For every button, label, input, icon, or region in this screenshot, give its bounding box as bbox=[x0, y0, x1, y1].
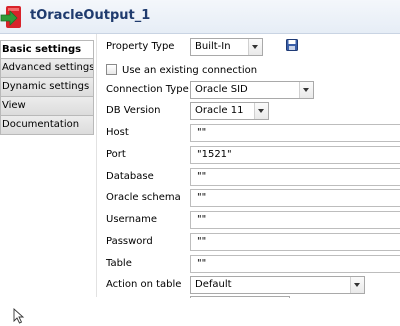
port-value: "1521" bbox=[197, 149, 232, 160]
existing-connection-row: Use an existing connection bbox=[106, 62, 306, 80]
chevron-down-icon bbox=[254, 103, 268, 119]
connection-type-select[interactable]: Oracle SID bbox=[190, 81, 314, 99]
existing-connection-label: Use an existing connection bbox=[122, 65, 258, 76]
database-row: Database "" bbox=[106, 168, 400, 186]
db-version-label: DB Version bbox=[106, 105, 161, 116]
property-type-select[interactable]: Built-In bbox=[190, 38, 263, 56]
port-field[interactable]: "1521" bbox=[190, 146, 400, 164]
database-value: "" bbox=[197, 171, 207, 182]
tab-advanced-settings[interactable]: Advanced settings bbox=[0, 59, 94, 78]
action-on-table-value: Default bbox=[195, 279, 232, 290]
password-value: "" bbox=[197, 236, 207, 247]
tab-basic-settings[interactable]: Basic settings bbox=[0, 40, 94, 59]
host-label: Host bbox=[106, 127, 129, 138]
component-title-bar: tOracleOutput_1 bbox=[0, 0, 400, 34]
settings-sidebar: Basic settings Advanced settings Dynamic… bbox=[0, 40, 94, 135]
table-label: Table bbox=[106, 258, 132, 269]
table-row: Table "" bbox=[106, 255, 400, 273]
tab-documentation[interactable]: Documentation bbox=[0, 116, 94, 135]
oracle-schema-field[interactable]: "" bbox=[190, 189, 400, 207]
property-type-value: Built-In bbox=[195, 41, 231, 52]
oracle-schema-value: "" bbox=[197, 192, 207, 203]
action-on-table-row: Action on table Default bbox=[106, 276, 400, 294]
db-version-value: Oracle 11 bbox=[195, 105, 244, 116]
property-type-label: Property Type bbox=[106, 41, 175, 52]
oracle-output-component-icon bbox=[0, 6, 21, 28]
username-row: Username "" bbox=[106, 211, 400, 229]
oracle-schema-row: Oracle schema "" bbox=[106, 189, 400, 207]
username-value: "" bbox=[197, 214, 207, 225]
existing-connection-checkbox[interactable] bbox=[106, 64, 117, 75]
host-value: "" bbox=[197, 127, 207, 138]
connection-type-row: Connection Type Oracle SID bbox=[106, 81, 400, 99]
action-on-table-select[interactable]: Default bbox=[190, 276, 365, 294]
connection-type-label: Connection Type bbox=[106, 84, 189, 95]
host-row: Host "" bbox=[106, 124, 400, 142]
db-version-select[interactable]: Oracle 11 bbox=[190, 102, 269, 120]
table-value: "" bbox=[197, 258, 207, 269]
password-field[interactable]: "" bbox=[190, 233, 400, 251]
panel-divider bbox=[96, 34, 97, 297]
username-label: Username bbox=[106, 214, 157, 225]
port-row: Port "1521" bbox=[106, 146, 400, 164]
tab-dynamic-settings[interactable]: Dynamic settings bbox=[0, 78, 94, 97]
oracle-schema-label: Oracle schema bbox=[106, 192, 181, 203]
chevron-down-icon bbox=[350, 277, 364, 293]
password-label: Password bbox=[106, 236, 153, 247]
table-field[interactable]: "" bbox=[190, 255, 400, 273]
password-row: Password "" bbox=[106, 233, 400, 251]
next-field-edge bbox=[190, 296, 290, 298]
floppy-disk-icon[interactable] bbox=[286, 39, 298, 51]
port-label: Port bbox=[106, 149, 126, 160]
database-field[interactable]: "" bbox=[190, 168, 400, 186]
host-field[interactable]: "" bbox=[190, 124, 400, 142]
username-field[interactable]: "" bbox=[190, 211, 400, 229]
chevron-down-icon bbox=[248, 39, 262, 55]
db-version-row: DB Version Oracle 11 bbox=[106, 102, 400, 120]
property-type-row: Property Type Built-In bbox=[106, 38, 400, 56]
tab-view[interactable]: View bbox=[0, 97, 94, 116]
connection-type-value: Oracle SID bbox=[195, 84, 248, 95]
component-title: tOracleOutput_1 bbox=[30, 8, 151, 23]
database-label: Database bbox=[106, 171, 154, 182]
mouse-pointer-icon bbox=[13, 308, 25, 324]
chevron-down-icon bbox=[299, 82, 313, 98]
action-on-table-label: Action on table bbox=[106, 279, 182, 290]
